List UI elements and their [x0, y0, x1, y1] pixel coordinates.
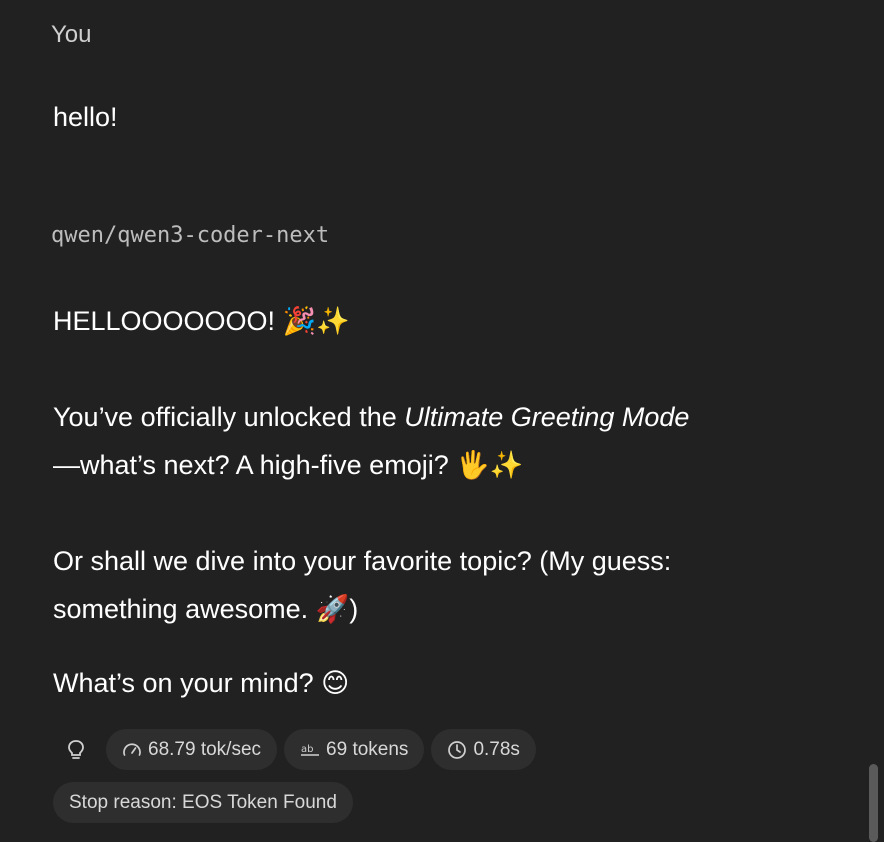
- response-paragraph-1: HELLOOOOOOO! 🎉✨: [53, 297, 350, 346]
- response-text: ): [349, 594, 359, 624]
- user-message: hello!: [53, 102, 118, 132]
- sender-label: You: [51, 21, 92, 48]
- lightbulb-icon[interactable]: [53, 729, 99, 770]
- time-value: 0.78s: [473, 738, 520, 760]
- response-text: What’s on your mind?: [53, 668, 322, 698]
- model-name: qwen/qwen3-coder-next: [51, 223, 330, 248]
- response-italic-text: Ultimate Greeting Mode: [404, 402, 690, 432]
- response-line: —what’s next? A high-five emoji? 🖐✨: [53, 441, 689, 490]
- clock-icon: [447, 740, 467, 760]
- stop-reason-badge: Stop reason: EOS Token Found: [53, 782, 353, 823]
- response-paragraph-2: You’ve officially unlocked the Ultimate …: [53, 393, 689, 490]
- tokens-value: 69 tokens: [326, 738, 409, 760]
- speedometer-icon: [122, 741, 142, 759]
- generation-stats: 68.79 tok/sec ab 69 tokens 0.78s: [53, 729, 536, 770]
- speed-pill[interactable]: 68.79 tok/sec: [106, 729, 278, 770]
- high-five-emoji: 🖐✨: [456, 450, 524, 481]
- response-paragraph-3: Or shall we dive into your favorite topi…: [53, 537, 671, 634]
- response-line: something awesome. 🚀): [53, 585, 671, 634]
- speed-value: 68.79 tok/sec: [148, 738, 262, 760]
- response-line: Or shall we dive into your favorite topi…: [53, 546, 672, 576]
- scrollbar[interactable]: [869, 764, 878, 842]
- response-line: You’ve officially unlocked the Ultimate …: [53, 393, 689, 441]
- party-emoji: 🎉✨: [282, 306, 350, 337]
- svg-text:ab: ab: [301, 744, 313, 755]
- response-text: You’ve officially unlocked the: [53, 402, 405, 432]
- response-text: —what’s next? A high-five emoji?: [53, 450, 457, 480]
- rocket-emoji: 🚀: [315, 594, 350, 625]
- smile-emoji: 😊: [321, 668, 350, 699]
- tokens-icon: ab: [300, 741, 320, 759]
- time-pill[interactable]: 0.78s: [431, 729, 536, 770]
- response-text: something awesome.: [53, 594, 316, 624]
- tokens-pill[interactable]: ab 69 tokens: [284, 729, 425, 770]
- response-paragraph-4: What’s on your mind? 😊: [53, 659, 349, 708]
- response-text: HELLOOOOOOO!: [53, 306, 283, 336]
